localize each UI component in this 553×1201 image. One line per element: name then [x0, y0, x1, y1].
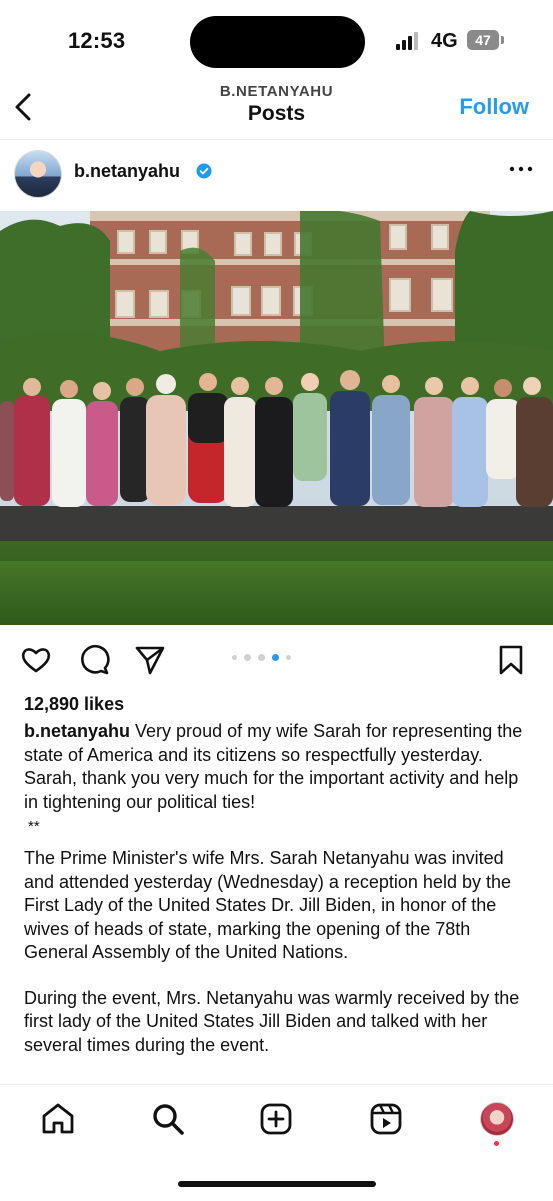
battery-level: 47	[467, 30, 499, 50]
bookmark-icon[interactable]	[497, 644, 525, 676]
more-horizontal-icon[interactable]	[509, 164, 533, 174]
profile-avatar[interactable]	[480, 1102, 514, 1136]
status-bar: 12:53 4G 47	[0, 0, 553, 84]
caption-fade	[0, 1070, 553, 1084]
dynamic-island	[190, 16, 365, 68]
status-time: 12:53	[68, 28, 126, 53]
posts-header: B.NETANYAHU Posts Follow	[0, 83, 553, 140]
home-icon[interactable]	[40, 1101, 76, 1137]
notification-dot	[494, 1141, 499, 1146]
comment-icon[interactable]	[78, 644, 110, 676]
bottom-nav	[0, 1084, 553, 1201]
battery-icon: 47	[467, 30, 505, 50]
send-icon[interactable]	[134, 644, 166, 676]
post-image[interactable]	[0, 211, 553, 625]
home-indicator	[178, 1181, 376, 1187]
caption-username[interactable]: b.netanyahu	[24, 721, 130, 741]
follow-button[interactable]: Follow	[459, 94, 529, 120]
post-author-row: b.netanyahu	[0, 140, 553, 210]
plus-square-icon[interactable]	[258, 1101, 294, 1137]
network-type: 4G	[431, 30, 458, 52]
avatar[interactable]	[14, 150, 62, 198]
caption-paragraph: During the event, Mrs. Netanyahu was war…	[24, 987, 520, 1055]
likes-count[interactable]: 12,890 likes	[24, 694, 124, 715]
post-author-name[interactable]: b.netanyahu	[74, 161, 180, 182]
post-caption: b.netanyahu Very proud of my wife Sarah …	[24, 720, 534, 1057]
group-photo	[0, 211, 553, 625]
caption-separator: **	[28, 818, 40, 835]
reels-icon[interactable]	[368, 1101, 404, 1137]
caption-paragraph: The Prime Minister's wife Mrs. Sarah Net…	[24, 848, 511, 962]
verified-badge-icon	[196, 163, 212, 179]
search-icon[interactable]	[150, 1101, 186, 1137]
signal-icon	[396, 32, 420, 50]
post-actions	[0, 636, 553, 682]
carousel-dots	[230, 654, 300, 664]
heart-icon[interactable]	[20, 644, 52, 676]
